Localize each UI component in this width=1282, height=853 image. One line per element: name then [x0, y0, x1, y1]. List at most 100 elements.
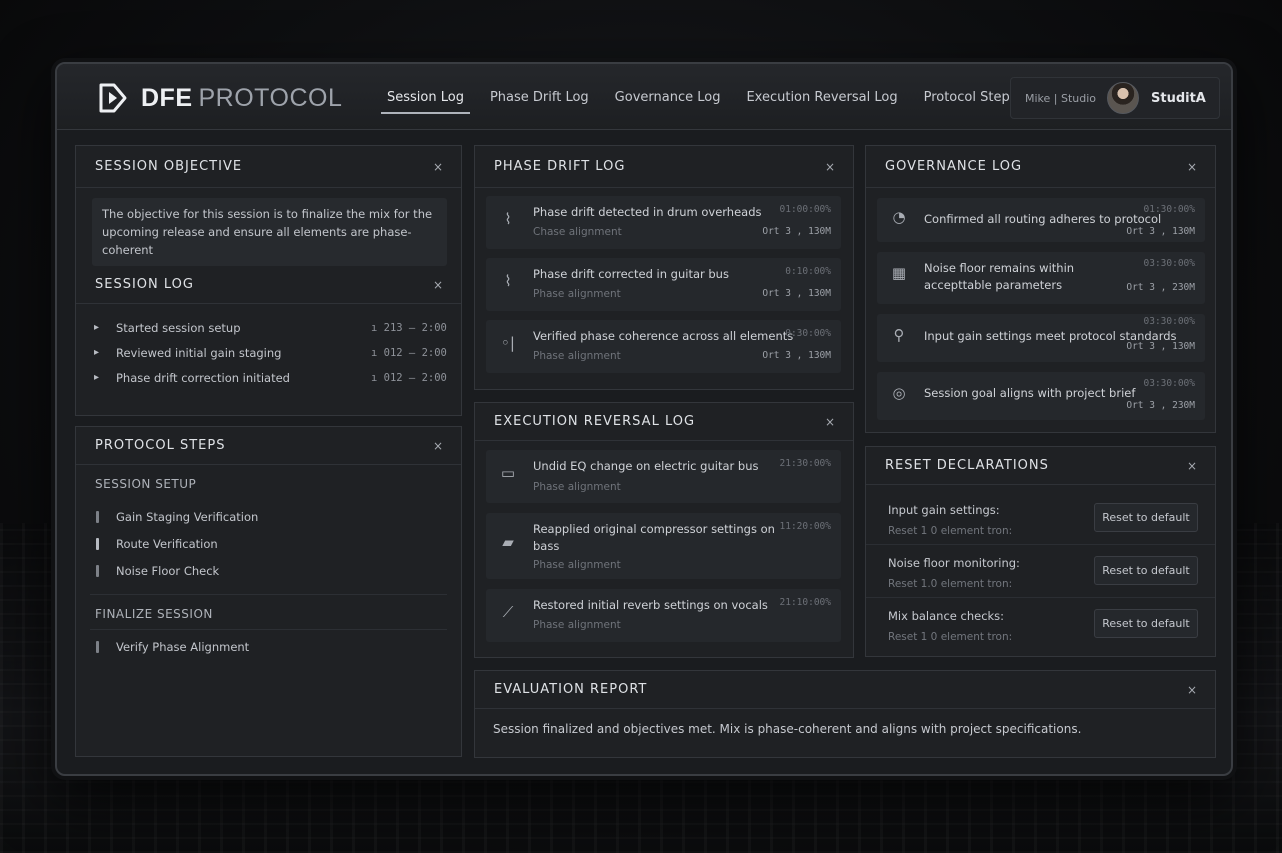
step-item[interactable]: Route Verification — [76, 530, 461, 557]
entry-title: Phase drift corrected in guitar bus — [533, 267, 729, 281]
user-name: StuditA — [1151, 90, 1206, 106]
entry-time: 21:30:00% — [779, 458, 831, 469]
phase-drift-log-panel: PHASE DRIFT LOG × ⌇ Phase drift detected… — [474, 145, 854, 390]
panel-header: PHASE DRIFT LOG × — [475, 146, 853, 188]
log-entry[interactable]: ⌇ Phase drift corrected in guitar bus Ph… — [486, 258, 841, 311]
section-label: FINALIZE SESSION — [95, 607, 213, 621]
entry-subtitle: Phase alignment — [533, 350, 621, 362]
execution-reversal-log-panel: EXECUTION REVERSAL LOG × ▭ Undid EQ chan… — [474, 402, 854, 658]
entry-title: Verified phase coherence across all elem… — [533, 329, 794, 343]
panel-title: GOVERNANCE LOG — [885, 159, 1023, 174]
log-entry[interactable]: ◔ Confirmed all routing adheres to proto… — [877, 198, 1205, 242]
pin-icon: ⚲ — [893, 326, 905, 344]
entry-title: Reapplied original compressor settings o… — [533, 522, 775, 553]
close-icon[interactable]: × — [1187, 459, 1197, 473]
entry-subtitle: Phase alignment — [533, 559, 621, 571]
entry-time: 01:00:00% — [779, 204, 831, 215]
panel-title: EVALUATION REPORT — [494, 682, 648, 697]
list-item[interactable]: ▸ Reviewed initial gain staging ı 012 – … — [76, 340, 461, 365]
entry-date: Ort 3 , 130M — [1126, 226, 1195, 237]
panel-header: GOVERNANCE LOG × — [866, 146, 1215, 188]
log-time: ı 012 – 2:00 — [371, 346, 447, 359]
status-marker-icon: ▸ — [94, 321, 100, 333]
log-label: Phase drift correction initiated — [116, 370, 290, 385]
close-icon[interactable]: × — [433, 160, 443, 174]
list-item[interactable]: ▸ Phase drift correction initiated ı 012… — [76, 365, 461, 390]
log-entry[interactable]: ⌇ Phase drift detected in drum overheads… — [486, 196, 841, 249]
meter-icon: ▦ — [891, 264, 907, 282]
close-icon[interactable]: × — [1187, 160, 1197, 174]
panel-header: SESSION LOG × — [76, 266, 461, 304]
log-entry[interactable]: ◎ Session goal aligns with project brief… — [877, 372, 1205, 420]
tab-execution-reversal-log[interactable]: Execution Reversal Log — [734, 64, 909, 130]
close-icon[interactable]: × — [433, 439, 443, 453]
log-entry[interactable]: ◦| Verified phase coherence across all e… — [486, 320, 841, 373]
target-icon: ◎ — [892, 384, 906, 402]
log-time: ı 012 – 2:00 — [371, 371, 447, 384]
entry-title: Undid EQ change on electric guitar bus — [533, 459, 759, 473]
step-label: Noise Floor Check — [116, 563, 220, 578]
entry-date: Ort 3 , 230M — [1126, 400, 1195, 411]
entry-subtitle: Chase alignment — [533, 226, 622, 238]
tab-phase-drift-log[interactable]: Phase Drift Log — [478, 64, 601, 130]
tab-governance-log[interactable]: Governance Log — [603, 64, 733, 130]
close-icon[interactable]: × — [433, 278, 443, 292]
log-entry[interactable]: ▰ Reapplied original compressor settings… — [486, 513, 841, 579]
top-bar: DFE PROTOCOL Session Log Phase Drift Log… — [57, 64, 1231, 130]
step-marker-icon — [96, 537, 99, 550]
reset-subtitle: Reset 1 0 element tron: — [888, 631, 1013, 643]
step-label: Verify Phase Alignment — [116, 639, 250, 654]
logo-mark-icon — [99, 83, 127, 113]
brand-name-strong: DFE — [141, 83, 193, 112]
entry-time: 03:30:00% — [1143, 258, 1195, 269]
entry-time: 03:30:00% — [1143, 316, 1195, 327]
divider — [90, 629, 447, 630]
compressor-icon: ▰ — [502, 533, 514, 551]
app-window: DFE PROTOCOL Session Log Phase Drift Log… — [55, 62, 1233, 776]
step-item[interactable]: Verify Phase Alignment — [76, 633, 461, 660]
reset-to-default-button[interactable]: Reset to default — [1094, 503, 1198, 532]
log-entry[interactable]: ⚲ Input gain settings meet protocol stan… — [877, 314, 1205, 362]
section-label: SESSION SETUP — [95, 477, 197, 491]
log-label: Reviewed initial gain staging — [116, 345, 282, 360]
tab-session-log[interactable]: Session Log — [375, 64, 476, 130]
log-entry[interactable]: ▭ Undid EQ change on electric guitar bus… — [486, 450, 841, 503]
step-item[interactable]: Noise Floor Check — [76, 557, 461, 584]
status-marker-icon: ▸ — [94, 346, 100, 358]
panel-header: EXECUTION REVERSAL LOG × — [475, 403, 853, 441]
user-menu[interactable]: Mike | Studio StuditA — [1010, 77, 1220, 119]
governance-log-panel: GOVERNANCE LOG × ◔ Confirmed all routing… — [865, 145, 1216, 433]
close-icon[interactable]: × — [825, 160, 835, 174]
panel-title: PHASE DRIFT LOG — [494, 159, 626, 174]
entry-date: Ort 3 , 130M — [762, 226, 831, 237]
log-entry[interactable]: ⟋ Restored initial reverb settings on vo… — [486, 589, 841, 642]
panel-header: EVALUATION REPORT × — [475, 671, 1215, 709]
main-nav: Session Log Phase Drift Log Governance L… — [375, 64, 1030, 130]
reset-row: Noise floor monitoring: Reset 1.0 elemen… — [866, 545, 1215, 598]
objective-text: The objective for this session is to fin… — [92, 198, 447, 266]
panel-title: SESSION LOG — [95, 277, 194, 292]
phase-meter-icon: ◦| — [501, 334, 515, 352]
close-icon[interactable]: × — [1187, 683, 1197, 697]
step-marker-icon — [96, 640, 99, 653]
user-context: Mike | Studio — [1025, 91, 1097, 105]
entry-date: Ort 3 , 130M — [762, 288, 831, 299]
reset-row: Input gain settings: Reset 1 0 element t… — [866, 492, 1215, 545]
log-entry[interactable]: ▦ Noise floor remains within accepttable… — [877, 252, 1205, 304]
entry-subtitle: Phase alignment — [533, 288, 621, 300]
close-icon[interactable]: × — [825, 415, 835, 429]
log-label: Started session setup — [116, 320, 241, 335]
entry-title: Session goal aligns with project brief — [924, 386, 1136, 400]
entry-time: 03:30:00% — [1143, 378, 1195, 389]
reset-label: Mix balance checks: — [888, 609, 1005, 623]
step-marker-icon — [96, 510, 99, 523]
brand-logo[interactable]: DFE PROTOCOL — [97, 82, 342, 114]
reset-to-default-button[interactable]: Reset to default — [1094, 556, 1198, 585]
entry-date: Ort 3 , 130M — [762, 350, 831, 361]
list-item[interactable]: ▸ Started session setup ı 213 – 2:00 — [76, 315, 461, 340]
panel-header: RESET DECLARATIONS × — [866, 447, 1215, 485]
reset-to-default-button[interactable]: Reset to default — [1094, 609, 1198, 638]
step-item[interactable]: Gain Staging Verification — [76, 503, 461, 530]
evaluation-text: Session finalized and objectives met. Mi… — [493, 722, 1082, 736]
panel-header: PROTOCOL STEPS × — [76, 427, 461, 465]
